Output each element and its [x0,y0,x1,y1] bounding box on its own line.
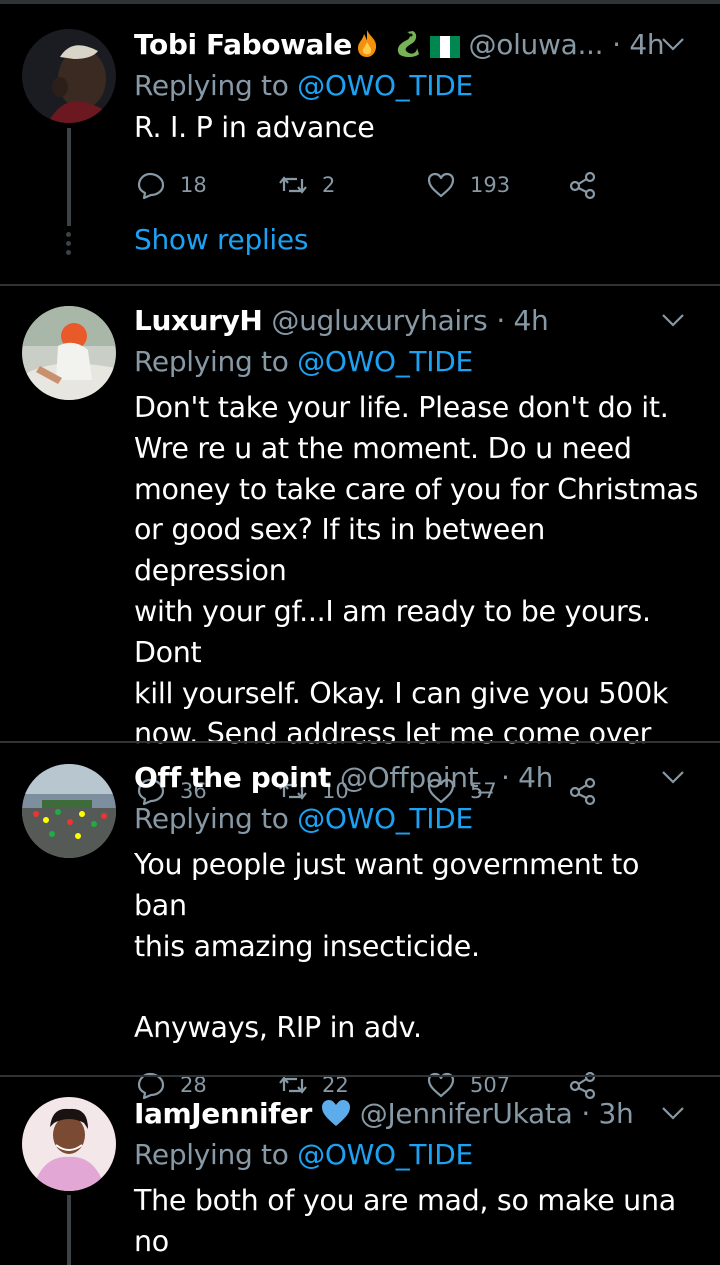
display-name[interactable]: LuxuryH [134,304,263,337]
chevron-down-icon[interactable] [660,1103,686,1123]
tweet-header: Off the point @Offpoint_ · 4h [134,757,700,799]
mention-link[interactable]: @OWO_TIDE [297,1138,473,1171]
tweet-text: Don't take your life. Please don't do it… [134,391,699,751]
replying-to: Replying to @OWO_TIDE [134,1138,473,1171]
timestamp[interactable]: · 4h [496,304,548,337]
display-name[interactable]: IamJennifer [134,1097,312,1130]
reply-button[interactable]: 18 [136,165,207,205]
chevron-down-icon[interactable] [660,34,686,54]
timestamp[interactable]: · 3h [581,1097,633,1130]
nigeria-flag-emoji [429,28,460,70]
timestamp[interactable]: · 4h [612,28,664,61]
chevron-down-icon[interactable] [660,310,686,330]
avatar[interactable] [22,306,116,400]
blue-heart-emoji [321,1097,351,1139]
timestamp[interactable]: · 4h [501,761,553,794]
avatar[interactable] [22,764,116,858]
mention-link[interactable]: @OWO_TIDE [297,802,473,835]
display-name[interactable]: Tobi Fabowale [134,28,352,61]
chevron-down-icon[interactable] [660,767,686,787]
share-button[interactable] [568,165,598,205]
like-button[interactable]: 193 [426,165,510,205]
thread-dots [66,232,72,259]
username[interactable]: @oluwa... [469,28,604,61]
retweet-button[interactable]: 2 [278,165,335,205]
thread-line [67,1195,71,1265]
heart-icon [427,172,455,197]
dragon-emoji [391,28,421,70]
avatar[interactable] [22,29,116,123]
reply-icon [137,172,165,199]
tweet-text: You people just want government to ban t… [134,848,640,1045]
tweet-header: LuxuryH @ugluxuryhairs · 4h [134,300,700,342]
thread-line [67,128,71,226]
username[interactable]: @ugluxuryhairs [271,304,487,337]
tweet-header: Tobi Fabowale @oluwa... · 4h [134,24,700,66]
tweet-actions: 18 2 193 [134,165,700,205]
tweet-text: R. I. P in advance [134,111,375,144]
tweet-text: The both of you are mad, so make una no … [134,1184,676,1258]
share-icon [569,171,596,199]
retweet-icon [279,176,307,194]
replying-to: Replying to @OWO_TIDE [134,345,473,378]
username[interactable]: @Offpoint_ [340,761,492,794]
fire-emoji [352,28,382,70]
show-replies-link[interactable]: Show replies [134,220,700,260]
reply-count: 18 [180,172,207,197]
tweet-luxuryh[interactable]: LuxuryH @ugluxuryhairs · 4h Replying to … [0,286,720,806]
username[interactable]: @JenniferUkata [360,1097,573,1130]
mention-link[interactable]: @OWO_TIDE [297,345,473,378]
like-count: 193 [470,172,511,197]
replying-to: Replying to @OWO_TIDE [134,69,473,102]
display-name[interactable]: Off the point [134,761,331,794]
tweet-header: IamJennifer @JenniferUkata · 3h [134,1093,700,1135]
tweet-tobi-fabowale[interactable]: Tobi Fabowale @oluwa... · 4h Replying to… [0,0,720,284]
tweet-iamjennifer[interactable]: IamJennifer @JenniferUkata · 3h Replying… [0,1077,720,1265]
replying-to: Replying to @OWO_TIDE [134,802,473,835]
tweet-off-the-point[interactable]: Off the point @Offpoint_ · 4h Replying t… [0,743,720,1100]
avatar[interactable] [22,1097,116,1191]
mention-link[interactable]: @OWO_TIDE [297,69,473,102]
retweet-count: 2 [322,172,336,197]
